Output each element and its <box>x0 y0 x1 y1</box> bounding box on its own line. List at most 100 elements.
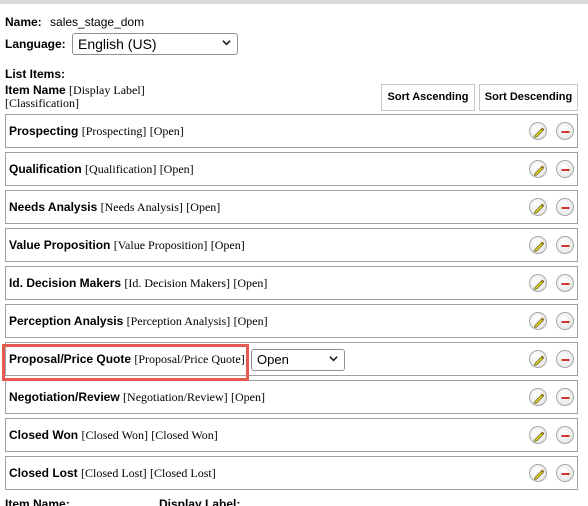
pencil-icon <box>534 393 545 404</box>
edit-button[interactable] <box>529 236 547 254</box>
sort-descending-button[interactable]: Sort Descending <box>479 84 578 111</box>
delete-button[interactable] <box>556 350 574 368</box>
list-item-classification: [Open] <box>149 124 184 138</box>
top-divider <box>0 0 588 4</box>
minus-circle-icon <box>561 131 570 133</box>
list-item-display-label: [Value Proposition] <box>113 238 208 252</box>
list-item-display-label: [Id. Decision Makers] <box>124 276 231 290</box>
list-header: Item Name [Display Label] [Classificatio… <box>5 84 145 110</box>
list-item-classification: [Open] <box>159 162 194 176</box>
list-item: Value Proposition [Value Proposition] [O… <box>5 228 578 262</box>
pencil-icon <box>534 469 545 480</box>
language-select-value: English (US) <box>78 36 157 52</box>
list-item: Closed Lost [Closed Lost] [Closed Lost] <box>5 456 578 490</box>
delete-button[interactable] <box>556 426 574 444</box>
delete-button[interactable] <box>556 236 574 254</box>
minus-circle-icon <box>561 283 570 285</box>
list-item-name: Prospecting <box>9 124 79 138</box>
pencil-icon <box>534 431 545 442</box>
list-items-title: List Items: <box>5 67 66 81</box>
list-item: Perception Analysis [Perception Analysis… <box>5 304 578 338</box>
list-item: Prospecting [Prospecting] [Open] <box>5 114 578 148</box>
list-item-classification: [Closed Won] <box>151 428 218 442</box>
list-item-display-label: [Prospecting] <box>81 124 147 138</box>
list-item: Qualification [Qualification] [Open] <box>5 152 578 186</box>
name-label: Name: <box>5 15 42 29</box>
edit-button[interactable] <box>529 198 547 216</box>
pencil-icon <box>534 279 545 290</box>
list-item: Id. Decision Makers [Id. Decision Makers… <box>5 266 578 300</box>
list-item-text: Perception Analysis [Perception Analysis… <box>9 305 268 337</box>
list-item-name: Id. Decision Makers <box>9 276 122 290</box>
list-item: Negotiation/Review [Negotiation/Review] … <box>5 380 578 414</box>
classification-select[interactable]: Open <box>251 349 345 371</box>
list-item-name: Needs Analysis <box>9 200 98 214</box>
list-item-text: Prospecting [Prospecting] [Open] <box>9 115 184 147</box>
list-item-display-label: [Perception Analysis] <box>126 314 231 328</box>
delete-button[interactable] <box>556 160 574 178</box>
minus-circle-icon <box>561 207 570 209</box>
list-item: Closed Won [Closed Won] [Closed Won] <box>5 418 578 452</box>
pencil-icon <box>534 127 545 138</box>
list-item-name: Qualification <box>9 162 82 176</box>
list-item-name: Perception Analysis <box>9 314 124 328</box>
item-name-field-label: Item Name: <box>5 497 70 506</box>
list-item-classification: [Open] <box>233 276 268 290</box>
chevron-down-icon <box>329 356 338 362</box>
list-item-name: Closed Lost <box>9 466 78 480</box>
list-item-display-label: [Closed Won] <box>81 428 148 442</box>
minus-circle-icon <box>561 359 570 361</box>
list-item-name: Proposal/Price Quote <box>9 352 132 366</box>
dropdown-name-row: Name: sales_stage_dom <box>5 15 144 29</box>
edit-button[interactable] <box>529 426 547 444</box>
edit-button[interactable] <box>529 122 547 140</box>
list-item-display-label: [Qualification] <box>85 162 157 176</box>
language-select[interactable]: English (US) <box>72 33 238 55</box>
edit-button[interactable] <box>529 464 547 482</box>
minus-circle-icon <box>561 245 570 247</box>
list-item-classification: [Open] <box>186 200 221 214</box>
list-item-text: Qualification [Qualification] [Open] <box>9 153 194 185</box>
list-item-display-label: [Proposal/Price Quote] <box>134 352 245 366</box>
delete-button[interactable] <box>556 388 574 406</box>
list-item-classification: [Open] <box>231 390 265 404</box>
list-item-text: Closed Lost [Closed Lost] [Closed Lost] <box>9 457 216 489</box>
list-item-name: Negotiation/Review <box>9 390 120 404</box>
list-item-name: Closed Won <box>9 428 79 442</box>
classification-select-value: Open <box>257 352 289 367</box>
minus-circle-icon <box>561 169 570 171</box>
minus-circle-icon <box>561 321 570 323</box>
list-item-classification: [Open] <box>233 314 268 328</box>
delete-button[interactable] <box>556 198 574 216</box>
list-item-text: Value Proposition [Value Proposition] [O… <box>9 229 245 261</box>
list-item-text: Negotiation/Review [Negotiation/Review] … <box>9 381 265 413</box>
edit-button[interactable] <box>529 350 547 368</box>
pencil-icon <box>534 203 545 214</box>
sort-ascending-button[interactable]: Sort Ascending <box>381 84 475 111</box>
list-item-name: Value Proposition <box>9 238 111 252</box>
minus-circle-icon <box>561 397 570 399</box>
minus-circle-icon <box>561 435 570 437</box>
list-item-text: Proposal/Price Quote [Proposal/Price Quo… <box>9 343 245 375</box>
delete-button[interactable] <box>556 312 574 330</box>
list-item-classification: [Closed Lost] <box>150 466 216 480</box>
edit-button[interactable] <box>529 274 547 292</box>
pencil-icon <box>534 165 545 176</box>
header-classification: [Classification] <box>5 96 79 110</box>
list-item-display-label: [Needs Analysis] <box>100 200 183 214</box>
list-item-display-label: [Closed Lost] <box>81 466 147 480</box>
edit-button[interactable] <box>529 388 547 406</box>
list-item-classification: [Open] <box>210 238 245 252</box>
delete-button[interactable] <box>556 464 574 482</box>
list-item-text: Needs Analysis [Needs Analysis] [Open] <box>9 191 220 223</box>
delete-button[interactable] <box>556 274 574 292</box>
edit-button[interactable] <box>529 160 547 178</box>
list-item-display-label: [Negotiation/Review] <box>123 390 228 404</box>
name-value: sales_stage_dom <box>50 15 145 29</box>
list-item-text: Closed Won [Closed Won] [Closed Won] <box>9 419 218 451</box>
edit-button[interactable] <box>529 312 547 330</box>
minus-circle-icon <box>561 473 570 475</box>
chevron-down-icon <box>222 40 231 46</box>
header-display-label: [Display Label] <box>69 83 145 97</box>
delete-button[interactable] <box>556 122 574 140</box>
